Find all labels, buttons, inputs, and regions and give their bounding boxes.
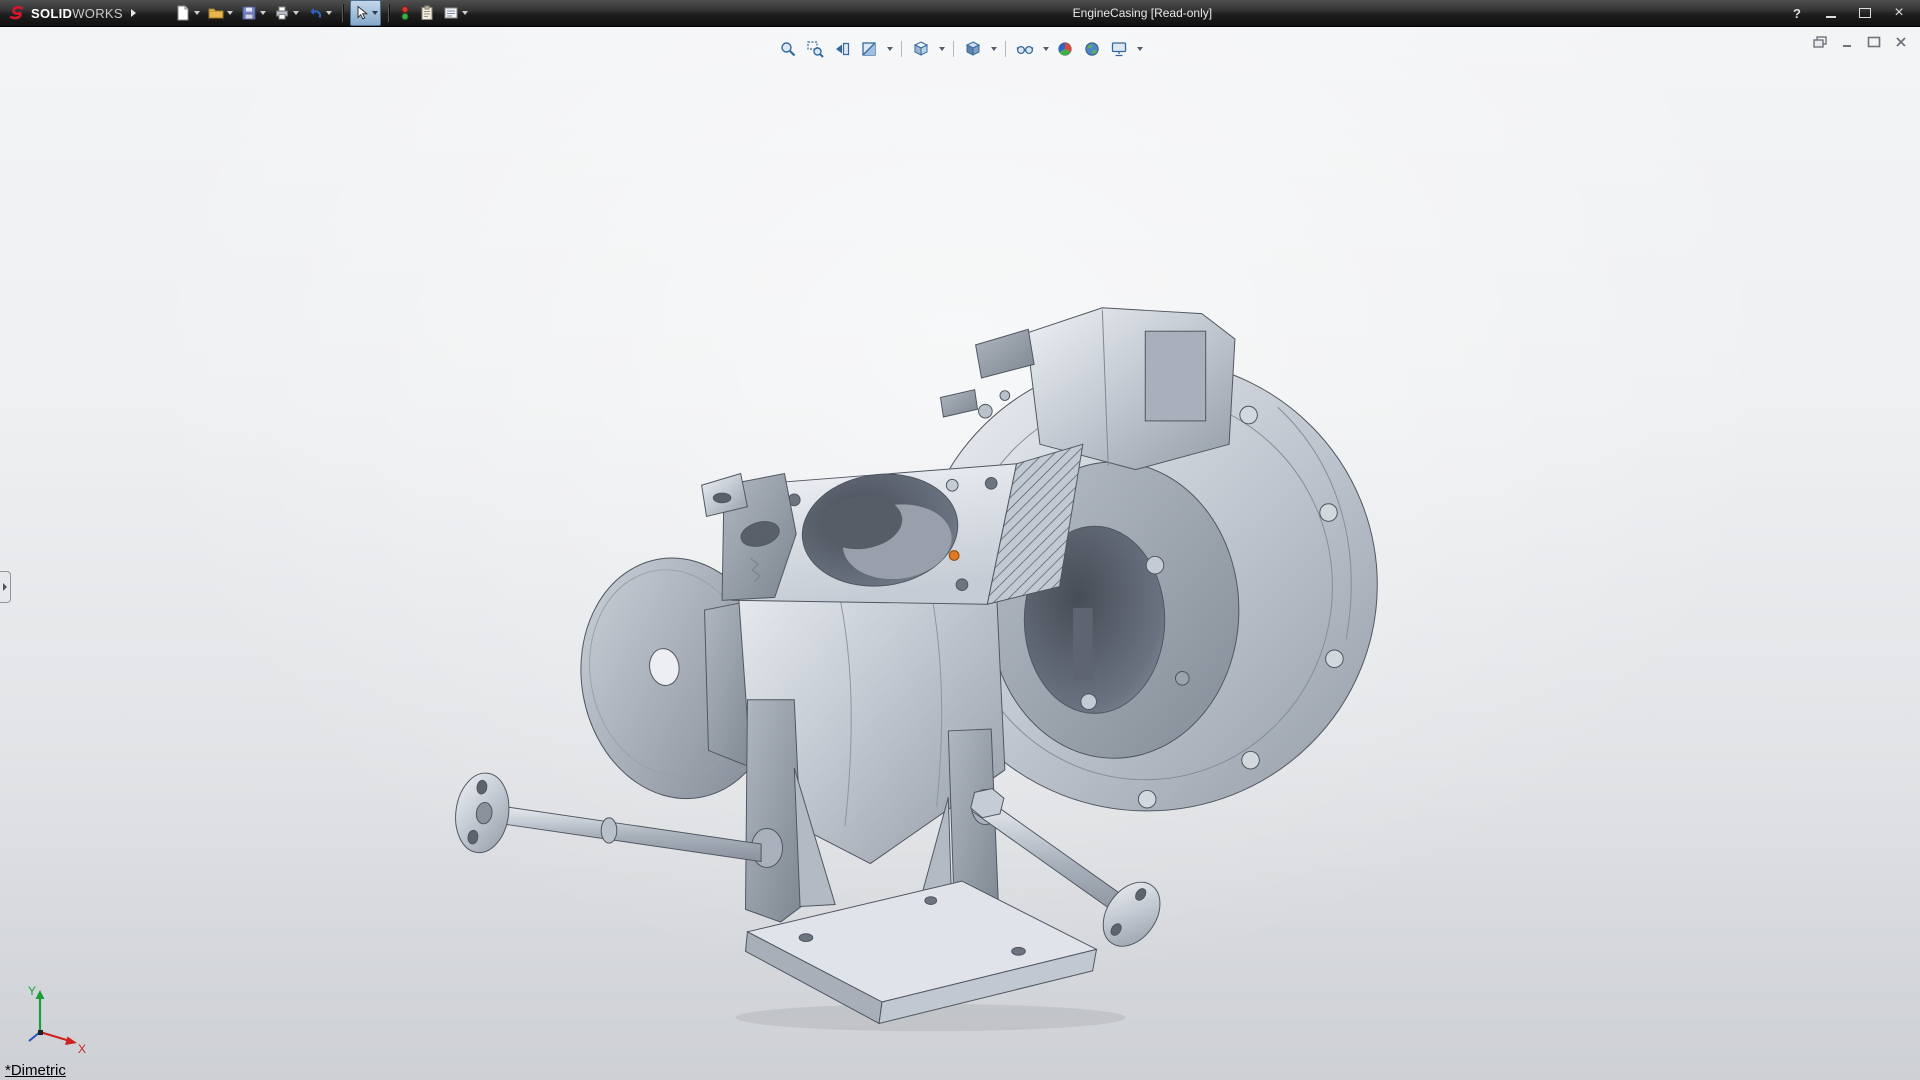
print-icon [275, 6, 288, 20]
view-settings-icon [1111, 42, 1127, 57]
save-icon [242, 6, 256, 20]
toolbar-separator [901, 41, 902, 57]
solidworks-xpress-button[interactable] [396, 0, 414, 26]
document-window-controls [1811, 34, 1910, 50]
restore-button[interactable] [1856, 4, 1874, 22]
undo-button[interactable] [304, 0, 335, 26]
previous-view-icon [836, 42, 850, 56]
open-icon [208, 8, 224, 19]
save-button[interactable] [238, 0, 269, 26]
dropdown-caret-icon[interactable] [1043, 47, 1049, 51]
hide-show-items-button[interactable] [1014, 36, 1036, 62]
dropdown-caret-icon[interactable] [461, 11, 468, 15]
dropdown-caret-icon[interactable] [991, 47, 997, 51]
options-button[interactable] [440, 0, 471, 26]
zoom-to-area-button[interactable] [804, 36, 826, 62]
view-orientation-button[interactable] [910, 36, 932, 62]
edit-appearance-icon [1058, 42, 1072, 56]
solidworks-logo: SOLIDWORKS [0, 4, 142, 22]
featuremanager-flyout-tab[interactable] [0, 571, 11, 603]
toolbar-separator [387, 4, 389, 22]
view-orientation-cube-icon [913, 41, 929, 56]
zoom-to-fit-button[interactable] [777, 36, 799, 62]
help-button[interactable]: ? [1788, 4, 1806, 22]
view-settings-button[interactable] [1108, 36, 1130, 62]
dropdown-caret-icon[interactable] [226, 11, 233, 15]
triad-y-label: Y [28, 984, 36, 998]
file-properties-icon [421, 5, 433, 20]
dropdown-caret-icon[interactable] [325, 11, 332, 15]
heads-up-toolbar [777, 36, 1143, 62]
select-button[interactable] [349, 0, 381, 26]
engine-casing-model[interactable] [0, 27, 1920, 1080]
minimize-document-icon[interactable] [1838, 34, 1856, 50]
solidworks-logo-icon [9, 6, 23, 20]
print-button[interactable] [271, 0, 302, 26]
dropdown-caret-icon[interactable] [371, 11, 378, 15]
menu-expand-arrow-icon[interactable] [130, 9, 136, 17]
dropdown-caret-icon[interactable] [292, 11, 299, 15]
edit-appearance-button[interactable] [1054, 36, 1076, 62]
section-view-button[interactable] [858, 36, 880, 62]
zoom-to-fit-icon [781, 42, 796, 57]
close-button[interactable]: × [1890, 4, 1908, 22]
reference-triad: Y X [28, 984, 86, 1054]
section-view-icon [862, 42, 876, 56]
toolbar-separator [341, 4, 343, 22]
toolbar-separator [1005, 41, 1006, 57]
select-cursor-icon [357, 5, 369, 20]
open-button[interactable] [205, 0, 236, 26]
apply-scene-icon [1085, 42, 1099, 56]
maximize-document-icon[interactable] [1865, 34, 1883, 50]
graphics-viewport[interactable]: Y X *Dimetric [0, 27, 1920, 1080]
options-icon [444, 7, 458, 19]
display-style-button[interactable] [962, 36, 984, 62]
minimize-button[interactable] [1822, 4, 1840, 22]
hide-show-items-icon [1016, 45, 1034, 55]
restore-document-icon[interactable] [1811, 34, 1829, 50]
undo-icon [310, 8, 321, 18]
window-controls: ? × [1788, 4, 1920, 22]
file-properties-button[interactable] [416, 0, 438, 26]
dropdown-caret-icon[interactable] [939, 47, 945, 51]
new-document-icon [177, 5, 189, 21]
zoom-to-area-icon [807, 41, 824, 58]
titlebar: SOLIDWORKS EngineCasing [Read-only] ? × [0, 0, 1920, 27]
brand-suffix: WORKS [72, 5, 123, 21]
previous-view-button[interactable] [831, 36, 853, 62]
new-document-button[interactable] [172, 0, 203, 26]
window-title: EngineCasing [Read-only] [1072, 6, 1213, 20]
dropdown-caret-icon[interactable] [887, 47, 893, 51]
dropdown-caret-icon[interactable] [1137, 47, 1143, 51]
display-style-icon [965, 41, 981, 56]
apply-scene-button[interactable] [1081, 36, 1103, 62]
brand-prefix: SOLID [31, 5, 73, 21]
view-orientation-label: *Dimetric [5, 1062, 66, 1079]
brand-text: SOLIDWORKS [31, 6, 123, 21]
xpress-products-icon [401, 6, 409, 20]
dropdown-caret-icon[interactable] [193, 11, 200, 15]
triad-x-label: X [78, 1042, 86, 1054]
dropdown-caret-icon[interactable] [259, 11, 266, 15]
titlebar-toolbar [172, 0, 471, 26]
toolbar-separator [953, 41, 954, 57]
expand-arrow-icon [3, 583, 7, 591]
close-document-icon[interactable] [1892, 34, 1910, 50]
